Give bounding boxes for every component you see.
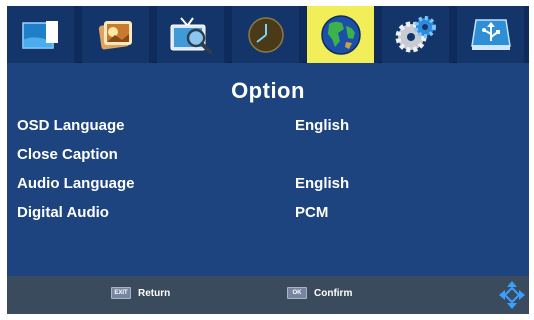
tab-setup[interactable] bbox=[382, 6, 453, 63]
option-row-close-caption[interactable]: Close Caption bbox=[17, 146, 517, 170]
tab-usb[interactable] bbox=[457, 6, 528, 63]
gear-icon bbox=[395, 15, 436, 52]
usb-icon bbox=[470, 18, 511, 50]
option-label: Close Caption bbox=[17, 146, 118, 163]
exit-key-icon: EXIT bbox=[111, 287, 131, 299]
tab-channel[interactable] bbox=[157, 6, 228, 63]
return-label: Return bbox=[138, 287, 171, 299]
option-value: English bbox=[295, 175, 350, 192]
option-label: Audio Language bbox=[17, 175, 135, 192]
menu-tab-bar bbox=[7, 6, 529, 63]
photo-icon bbox=[98, 20, 132, 49]
return-hint: EXIT Return bbox=[111, 287, 170, 299]
option-label: OSD Language bbox=[17, 117, 125, 134]
option-value: PCM bbox=[295, 204, 329, 221]
navigation-arrows-icon bbox=[499, 281, 525, 309]
tab-photo[interactable] bbox=[82, 6, 153, 63]
footer-help-bar: EXIT Return OK Confirm bbox=[7, 276, 529, 314]
globe-icon bbox=[320, 14, 361, 55]
tv-search-icon bbox=[170, 16, 212, 54]
ok-key-icon: OK bbox=[287, 287, 307, 299]
page-title: Option bbox=[231, 78, 305, 103]
picture-icon bbox=[21, 20, 58, 49]
confirm-label: Confirm bbox=[314, 287, 353, 299]
option-row-audio-language[interactable]: Audio Language English bbox=[17, 175, 517, 199]
option-row-digital-audio[interactable]: Digital Audio PCM bbox=[17, 204, 517, 228]
tv-menu-screen: Option OSD Language English Close Captio… bbox=[7, 6, 529, 314]
clock-icon bbox=[247, 16, 284, 53]
tab-time[interactable] bbox=[232, 6, 303, 63]
tab-option[interactable] bbox=[307, 6, 378, 63]
option-value: English bbox=[295, 117, 350, 134]
option-row-osd-language[interactable]: OSD Language English bbox=[17, 117, 517, 141]
tab-picture[interactable] bbox=[7, 6, 78, 63]
option-label: Digital Audio bbox=[17, 204, 109, 221]
confirm-hint: OK Confirm bbox=[287, 287, 352, 299]
